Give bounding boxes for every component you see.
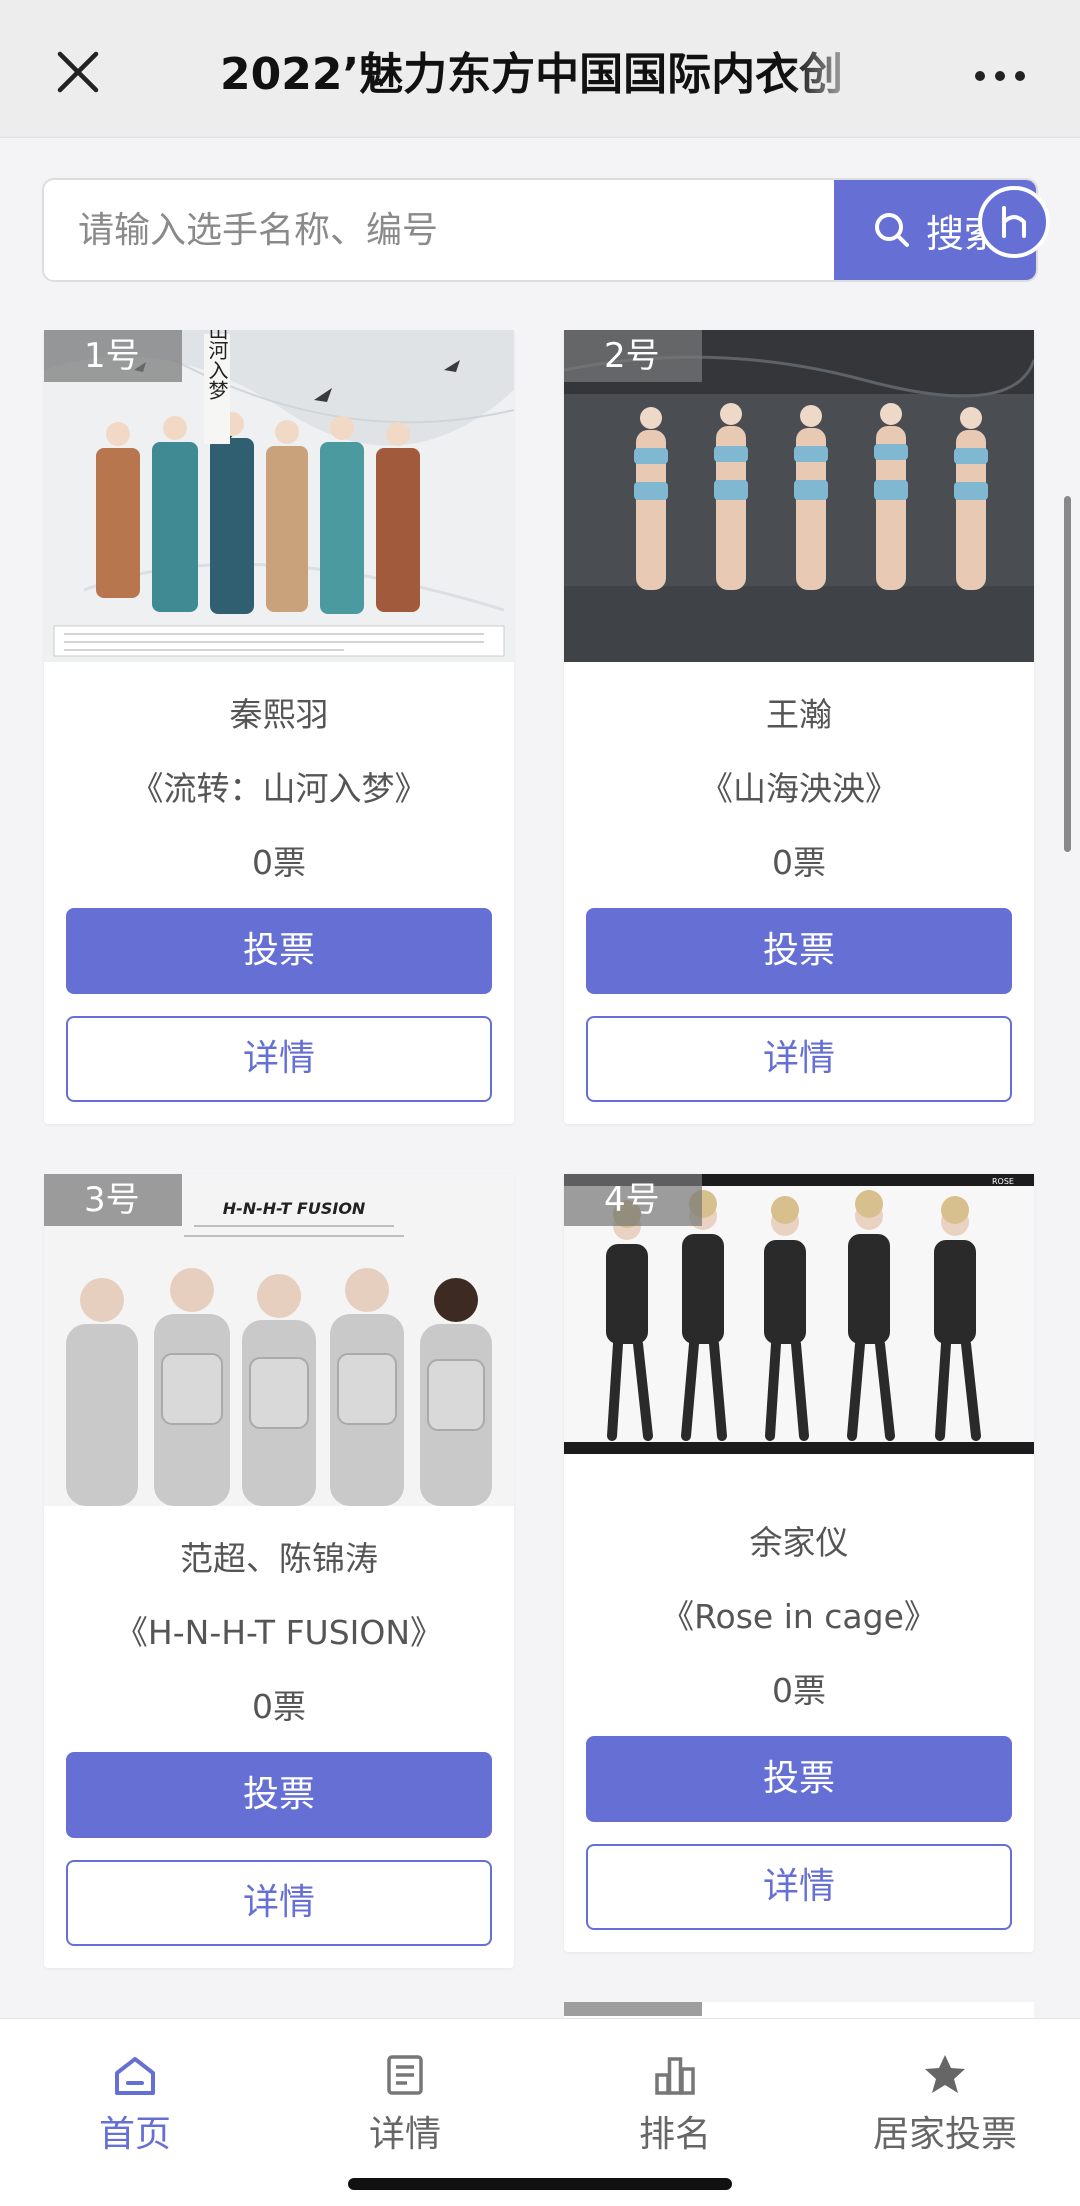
top-bar: 2022’魅力东方中国国际内衣创 [0, 0, 1080, 138]
detail-button[interactable]: 详情 [66, 1016, 492, 1102]
contestant-number: 1号 [44, 330, 182, 382]
image-caption: 山河入梦 [205, 330, 229, 400]
tab-details-label: 详情 [368, 2114, 441, 2155]
more-menu-button[interactable] [970, 56, 1030, 96]
floating-share-button[interactable] [978, 186, 1050, 258]
contestant-card: 山河入梦 1号 秦熙羽 《流转：山河入梦》 0票 投票 详情 [44, 330, 514, 1124]
image-caption: ROSE [992, 1177, 1014, 1186]
document-icon [387, 2055, 423, 2095]
tab-ranking-label: 排名 [638, 2114, 711, 2155]
tab-ranking[interactable]: 排名 [540, 2037, 810, 2157]
detail-button[interactable]: 详情 [586, 1844, 1012, 1930]
contestant-card: 2号 王瀚 《山海泱泱》 0票 投票 详情 [564, 330, 1034, 1124]
contestant-card: ROSE 4号 余家仪 《Rose in cage》 0票 投票 详情 [564, 1174, 1034, 1952]
contestant-name: 王瀚 [766, 695, 832, 734]
search-bar: 搜索 [42, 178, 1038, 282]
vote-count: 0票 [772, 843, 826, 882]
tab-details[interactable]: 详情 [270, 2037, 540, 2157]
work-title: 《流转：山河入梦》 [130, 769, 428, 808]
vote-button[interactable]: 投票 [66, 908, 492, 994]
contestant-name: 余家仪 [749, 1523, 849, 1562]
search-icon [875, 213, 909, 247]
home-indicator[interactable] [348, 2178, 732, 2190]
vote-count: 0票 [252, 1687, 306, 1726]
vote-button[interactable]: 投票 [66, 1752, 492, 1838]
contestant-number: 2号 [564, 330, 702, 382]
tab-home[interactable]: 首页 [0, 2037, 270, 2157]
more-icon [975, 71, 1025, 81]
contestant-image[interactable]: ROSE 4号 [564, 1174, 1034, 1454]
star-icon [925, 2055, 965, 2093]
work-title: 《H-N-H-T FUSION》 [114, 1613, 444, 1652]
vote-count: 0票 [772, 1671, 826, 1710]
contestant-card: H-N-H-T FUSION 3号 范超、陈锦涛 《H-N-H-T FUSION… [44, 1174, 514, 1968]
share-icon [1002, 206, 1026, 238]
home-icon [115, 2057, 155, 2095]
page-title: 2022’魅力东方中国国际内衣创 [220, 49, 844, 100]
tab-home-label: 首页 [98, 2114, 171, 2155]
tab-home-voting-label: 居家投票 [872, 2114, 1017, 2155]
contestant-name: 秦熙羽 [229, 695, 329, 734]
contestant-image[interactable]: 2号 [564, 330, 1034, 662]
image-caption: H-N-H-T FUSION [223, 1199, 366, 1218]
tab-home-voting[interactable]: 居家投票 [810, 2037, 1080, 2157]
contestant-number: 4号 [564, 1174, 702, 1226]
close-button[interactable] [48, 42, 108, 102]
ranking-icon [655, 2057, 695, 2095]
contestant-number: 3号 [44, 1174, 182, 1226]
close-icon [57, 51, 99, 93]
contestant-name: 范超、陈锦涛 [180, 1539, 378, 1578]
vote-count: 0票 [252, 843, 306, 882]
scrollbar-thumb[interactable] [1064, 496, 1071, 852]
detail-button[interactable]: 详情 [586, 1016, 1012, 1102]
vote-button[interactable]: 投票 [586, 908, 1012, 994]
vote-button[interactable]: 投票 [586, 1736, 1012, 1822]
search-input[interactable] [44, 180, 834, 280]
work-title: 《山海泱泱》 [700, 769, 898, 808]
contestant-image[interactable]: 山河入梦 1号 [44, 330, 514, 662]
work-title: 《Rose in cage》 [661, 1597, 937, 1636]
contestant-number-partial [564, 2002, 702, 2016]
detail-button[interactable]: 详情 [66, 1860, 492, 1946]
contestant-image[interactable]: H-N-H-T FUSION 3号 [44, 1174, 514, 1506]
